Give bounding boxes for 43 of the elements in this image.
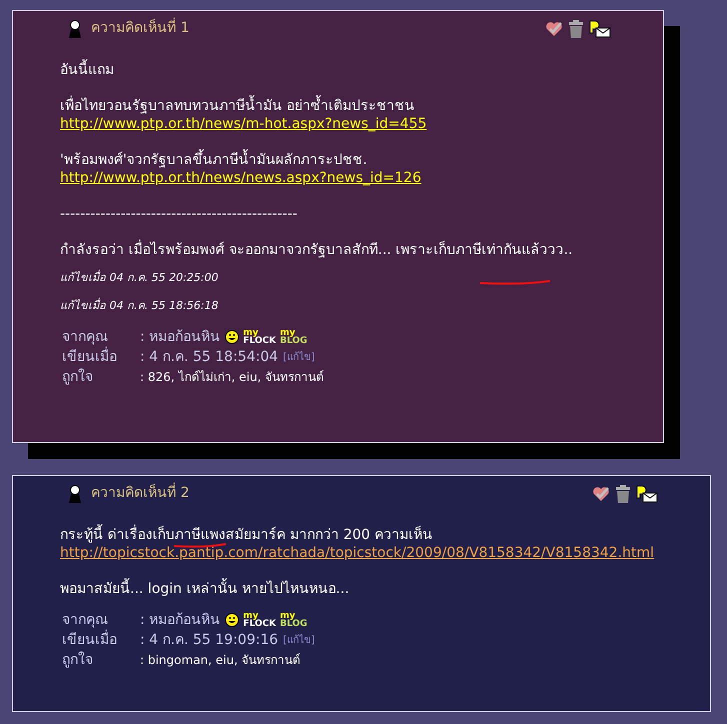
comment-text: กำลังรอว่า เมื่อไรพร้อมพงศ์ จะออกมาจวกรัฐบาลสักที... เพราะเก็บภาษีเท่ากันแล้ววว..	[60, 241, 663, 259]
smiley-icon	[225, 613, 240, 627]
meta-value: : หมอก้อนหิน	[140, 328, 220, 346]
comment-text: พอมาสมัยนี้... login เหล่านั้น หายไปไหนหนอ...	[60, 580, 710, 598]
meta-value: : bingoman, eiu, จันทรกานต์	[140, 652, 301, 669]
meta-value: : หมอก้อนหิน	[140, 610, 220, 630]
meta-label: เขียนเมื่อ	[62, 346, 118, 366]
post-link[interactable]: http://www.ptp.or.th/news/news.aspx?news_id=126	[60, 170, 422, 186]
comment-text: 'พร้อมพงศ์'จวกรัฐบาลขึ้นภาษีน้ำมันผลักภาระปชช.	[60, 151, 663, 169]
meta-label: จากคุณ	[62, 328, 109, 346]
comment-text: เพื่อไทยวอนรัฐบาลทบทวนภาษีน้ำมัน อย่าซ้ำเติมประชาชน	[60, 97, 663, 115]
heart-check-icon[interactable]	[545, 20, 563, 36]
figure-icon	[67, 20, 83, 38]
meta-label: จากคุณ	[62, 610, 109, 630]
comment-title: ความคิดเห็นที่ 2	[91, 483, 190, 504]
meta-value: : 4 ก.ค. 55 18:54:04	[140, 348, 278, 366]
blog-badge[interactable]: my BLOG	[280, 329, 308, 345]
mail-icon[interactable]	[636, 484, 658, 502]
post-link[interactable]: http://topicstock.pantip.com/ratchada/topicstock/2009/08/V8158342/V8158342.html	[60, 545, 654, 561]
blog-badge[interactable]: my BLOG	[280, 612, 308, 628]
comment-text: อันนี้แถม	[60, 61, 663, 79]
meta-label: ถูกใจ	[62, 650, 94, 670]
meta-label: ถูกใจ	[62, 368, 94, 387]
edit-note: แก้ไขเมื่อ 04 ก.ค. 55 18:56:18	[60, 297, 218, 314]
meta-value: : 4 ก.ค. 55 19:09:16	[140, 630, 278, 650]
mail-icon[interactable]	[589, 20, 611, 38]
blog-badge[interactable]: my FLOCK	[243, 329, 276, 345]
edit-link[interactable]: [แก้ไข]	[283, 632, 315, 648]
smiley-icon	[225, 330, 240, 344]
figure-icon	[67, 484, 83, 502]
meta-label: เขียนเมื่อ	[62, 630, 118, 650]
blog-badge[interactable]: my FLOCK	[243, 612, 276, 628]
heart-check-icon[interactable]	[592, 486, 610, 502]
edit-link[interactable]: [แก้ไข]	[283, 350, 315, 364]
edit-note: แก้ไขเมื่อ 04 ก.ค. 55 20:25:00	[60, 269, 218, 286]
meta-value: : 826, ไกด์ไม่เก่า, eiu, จันทรกานต์	[140, 369, 324, 386]
trash-icon[interactable]	[569, 20, 583, 38]
hand-drawn-underline	[479, 280, 551, 286]
comment-text: -----------------------------------------------	[60, 205, 298, 223]
post-link[interactable]: http://www.ptp.or.th/news/m-hot.aspx?news_id=455	[60, 116, 427, 132]
comment-text: กระทู้นี้ ด่าเรื่องเก็บภาษีแพงสมัยมาร์ค มากกว่า 200 ความเห็น	[60, 526, 710, 544]
comment-title: ความคิดเห็นที่ 1	[91, 18, 190, 39]
trash-icon[interactable]	[616, 484, 630, 502]
